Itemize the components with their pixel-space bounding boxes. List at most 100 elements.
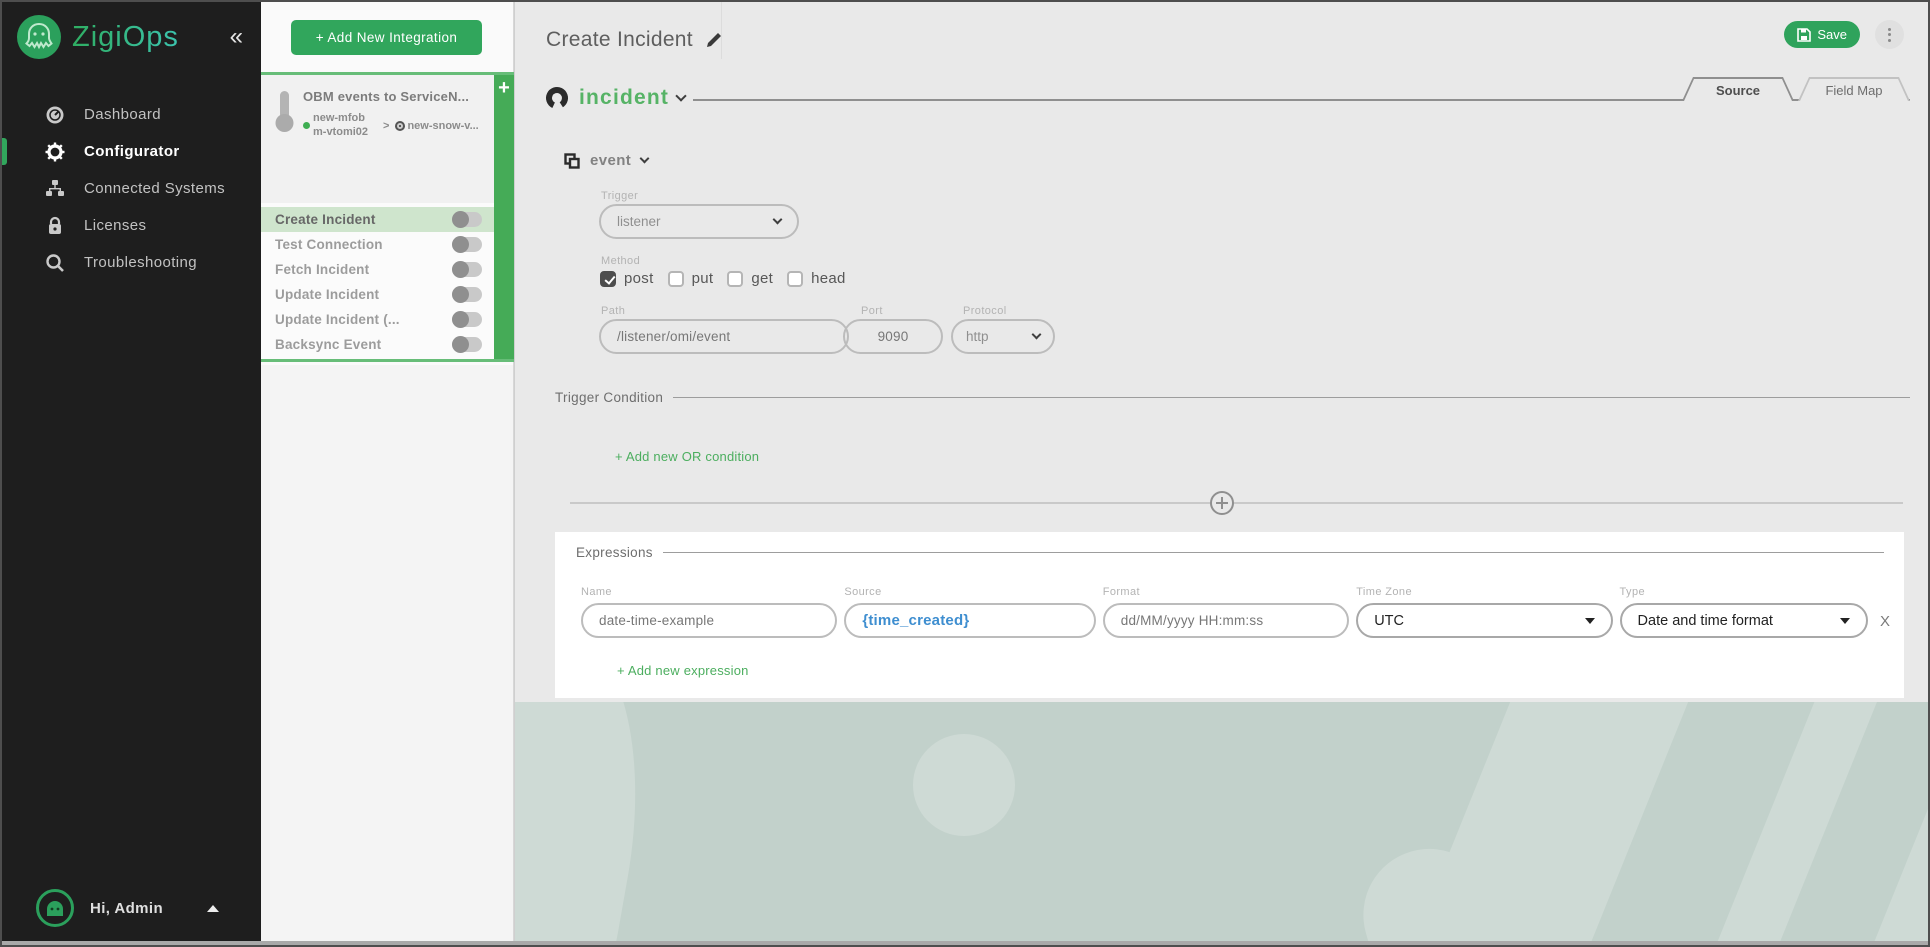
decor-shape [1630, 702, 1927, 945]
method-checkbox-put[interactable] [668, 271, 684, 287]
trigger-condition-divider [673, 397, 1910, 399]
integration-green-bar: + [494, 75, 514, 359]
sidebar-item-licenses[interactable]: Licenses [2, 207, 261, 244]
user-greeting: Hi, Admin [90, 900, 163, 917]
app-window: ZigiOps « Dashboard Configurator Conn [0, 0, 1930, 947]
expression-format-input[interactable] [1103, 603, 1349, 638]
method-checkbox-post[interactable] [600, 271, 616, 287]
thermometer-icon [273, 89, 295, 195]
sidebar-item-label: Connected Systems [84, 180, 225, 197]
method-options: post put get head [600, 270, 846, 287]
selected-integration-block: OBM events to ServiceN... new-mfobm-vtom… [261, 72, 514, 362]
add-or-condition-link[interactable]: + Add new OR condition [615, 449, 759, 464]
expressions-divider [663, 552, 1884, 554]
sidebar-item-troubleshooting[interactable]: Troubleshooting [2, 244, 261, 281]
action-toggle[interactable] [452, 237, 482, 252]
source-object-title: incident [579, 86, 669, 110]
protocol-select[interactable]: http [951, 319, 1055, 354]
source-label: Source [844, 586, 1095, 598]
path-label: Path [601, 305, 625, 317]
method-checkbox-get[interactable] [727, 271, 743, 287]
add-new-integration-button[interactable]: + Add New Integration [291, 20, 482, 55]
select-arrow-icon [1585, 618, 1595, 624]
more-options-button[interactable] [1875, 20, 1904, 49]
method-option-label: post [624, 270, 654, 287]
method-option-label: put [692, 270, 714, 287]
remove-expression-button[interactable]: X [1880, 613, 1890, 630]
port-input[interactable] [843, 319, 943, 354]
sidebar-item-label: Licenses [84, 217, 146, 234]
select-arrow-icon [1840, 618, 1850, 624]
decorative-background [515, 702, 1928, 945]
event-section-toggle[interactable]: event [564, 152, 648, 169]
save-button[interactable]: Save [1784, 21, 1860, 48]
magnifier-icon [44, 253, 66, 273]
expressions-card: Expressions Name Source Format [555, 532, 1904, 698]
gear-icon [44, 142, 66, 162]
type-label: Type [1620, 586, 1868, 598]
name-label: Name [581, 586, 837, 598]
action-label: Fetch Incident [275, 262, 369, 277]
type-select[interactable]: Date and time format [1620, 603, 1868, 638]
expression-name-input[interactable] [581, 603, 837, 638]
expressions-title: Expressions [576, 545, 653, 560]
page-title: Create Incident [546, 28, 693, 52]
zigiops-logo-icon [16, 14, 62, 60]
trigger-label: Trigger [601, 190, 638, 202]
trigger-value: listener [617, 214, 661, 229]
method-option-label: head [811, 270, 846, 287]
action-item-test-connection[interactable]: Test Connection [261, 232, 494, 257]
tab-field-map[interactable]: Field Map [1798, 77, 1910, 101]
integration-actions-list: Create Incident Test Connection Fetch In… [261, 203, 494, 359]
action-toggle[interactable] [452, 212, 482, 227]
lock-icon [44, 216, 66, 236]
add-action-button[interactable]: + [498, 75, 510, 359]
user-menu[interactable]: Hi, Admin [2, 889, 261, 927]
timezone-label: Time Zone [1356, 586, 1612, 598]
tabs: Source Field Map [1682, 77, 1910, 101]
status-dot [303, 122, 310, 129]
sitemap-icon [44, 179, 66, 199]
action-item-create-incident[interactable]: Create Incident [261, 207, 494, 232]
add-expression-link[interactable]: + Add new expression [617, 663, 749, 678]
sidebar-nav: Dashboard Configurator Connected Systems… [2, 96, 261, 281]
event-section-title: event [590, 152, 631, 169]
tab-source[interactable]: Source [1682, 77, 1794, 101]
action-toggle[interactable] [452, 312, 482, 327]
add-section-button[interactable] [1210, 491, 1234, 515]
sidebar-item-configurator[interactable]: Configurator [2, 133, 261, 170]
save-icon [1797, 28, 1811, 42]
sidebar-item-label: Troubleshooting [84, 254, 197, 271]
sidebar-collapse-button[interactable]: « [230, 25, 243, 49]
action-toggle[interactable] [452, 287, 482, 302]
action-label: Create Incident [275, 212, 376, 227]
decor-shape [515, 702, 668, 945]
sidebar-item-connected-systems[interactable]: Connected Systems [2, 170, 261, 207]
method-checkbox-head[interactable] [787, 271, 803, 287]
path-input[interactable] [599, 319, 849, 354]
trigger-condition-title: Trigger Condition [555, 390, 663, 405]
trigger-select[interactable]: listener [599, 204, 799, 239]
port-label: Port [861, 305, 883, 317]
type-value: Date and time format [1638, 613, 1773, 629]
decor-shape [913, 734, 1015, 836]
arrow-right: > [383, 120, 389, 132]
caret-up-icon [207, 905, 219, 912]
action-toggle[interactable] [452, 337, 482, 352]
source-system-name: new-mfobm-vtomi02 [313, 112, 371, 140]
action-item-fetch-incident[interactable]: Fetch Incident [261, 257, 494, 282]
timezone-select[interactable]: UTC [1356, 603, 1612, 638]
action-item-update-incident[interactable]: Update Incident [261, 282, 494, 307]
action-label: Test Connection [275, 237, 383, 252]
source-object-dropdown[interactable]: incident [545, 86, 685, 110]
target-system-icon [395, 121, 405, 131]
action-toggle[interactable] [452, 262, 482, 277]
chevron-down-icon [1032, 330, 1042, 340]
expression-source-input[interactable] [844, 603, 1095, 638]
action-item-update-incident-2[interactable]: Update Incident (... [261, 307, 494, 332]
target-system-name: new-snow-v... [407, 120, 478, 132]
integration-card[interactable]: OBM events to ServiceN... new-mfobm-vtom… [261, 75, 494, 203]
sidebar-item-dashboard[interactable]: Dashboard [2, 96, 261, 133]
edit-pencil-icon[interactable] [705, 32, 722, 49]
action-item-backsync-event[interactable]: Backsync Event [261, 332, 494, 357]
